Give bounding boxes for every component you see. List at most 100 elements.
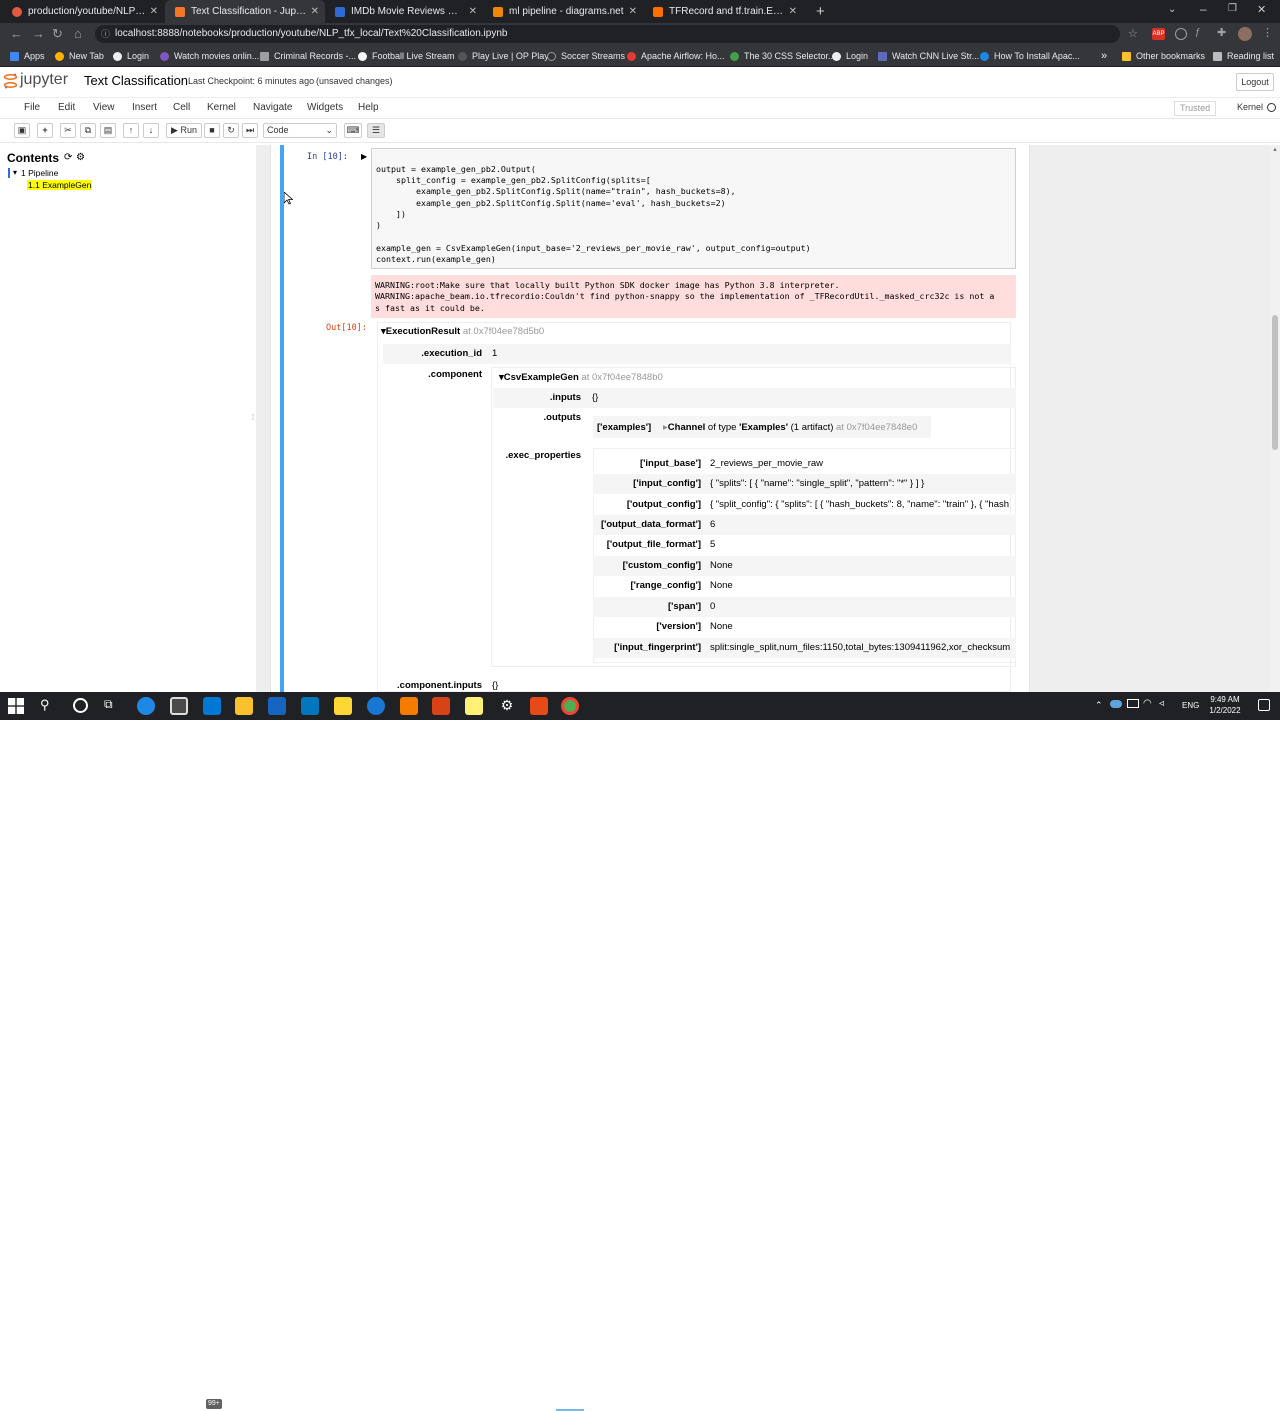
reading-list[interactable]: Reading list (1213, 45, 1274, 67)
page-scrollbar[interactable]: ▲ (1270, 145, 1280, 692)
collapse-icon[interactable]: ▾ (13, 168, 17, 177)
scrollbar-thumb[interactable] (1272, 315, 1278, 450)
store-icon[interactable] (170, 697, 188, 715)
bookmark-airflow[interactable]: Apache Airflow: Ho... (627, 45, 725, 67)
browser-tab-3[interactable]: IMDb Movie Reviews Dataset | IE✕ (325, 0, 483, 23)
bookmark-play-live[interactable]: Play Live | OP Play (458, 45, 549, 67)
menu-cell[interactable]: Cell (173, 102, 190, 113)
bookmark-cnn[interactable]: Watch CNN Live Str... (878, 45, 979, 67)
browser-tab-2[interactable]: Text Classification - Jupyter Note✕ (165, 0, 325, 23)
taskbar-app-icon[interactable] (530, 697, 548, 715)
restart-run-all-icon[interactable]: ⏭ (242, 123, 258, 138)
edge-icon[interactable] (137, 697, 155, 715)
menu-insert[interactable]: Insert (132, 102, 157, 113)
menu-help[interactable]: Help (358, 102, 379, 113)
browser-tab-1[interactable]: production/youtube/NLP_tfx_lo✕ (2, 0, 164, 23)
forward-icon[interactable]: → (32, 23, 45, 45)
search-icon[interactable]: ⚲ (40, 697, 58, 715)
bookmark-new-tab[interactable]: New Tab (55, 45, 104, 67)
notebook-title[interactable]: Text Classification (84, 73, 188, 88)
mail-icon[interactable] (203, 697, 221, 715)
taskbar-app-icon[interactable] (400, 697, 418, 715)
bookmark-css-selectors[interactable]: The 30 CSS Selector... (730, 45, 836, 67)
reload-icon[interactable]: ↻ (52, 23, 63, 45)
menu-view[interactable]: View (93, 102, 115, 113)
jupyter-logo-icon[interactable] (3, 73, 18, 89)
clock-date[interactable]: 1/2/2022 (1205, 706, 1245, 715)
maximize-icon[interactable]: ❐ (1228, 3, 1237, 14)
stop-icon[interactable]: ■ (204, 123, 220, 138)
menu-edit[interactable]: Edit (58, 102, 75, 113)
gear-icon[interactable]: ⚙ (76, 152, 85, 163)
language-indicator[interactable]: ENG (1182, 701, 1199, 710)
paste-icon[interactable]: ▤ (100, 123, 116, 138)
close-tab-icon[interactable]: ✕ (311, 6, 319, 17)
vscode-icon[interactable] (301, 697, 319, 715)
bookmark-login[interactable]: Login (113, 45, 149, 67)
move-down-icon[interactable]: ↓ (143, 123, 159, 138)
adblock-icon[interactable]: ABP (1152, 28, 1165, 40)
wifi-icon[interactable]: ◠ (1143, 698, 1152, 709)
avatar[interactable] (1238, 27, 1252, 41)
tab-search-icon[interactable]: ⌄ (1168, 4, 1176, 15)
trusted-indicator[interactable]: Trusted (1174, 101, 1217, 116)
more-menu-icon[interactable]: ⋮ (1262, 26, 1273, 39)
zoom-icon[interactable] (367, 697, 385, 715)
close-window-icon[interactable]: ✕ (1257, 3, 1266, 16)
logout-button[interactable]: Logout (1236, 73, 1274, 91)
jupyter-wordmark[interactable]: jupyter (20, 71, 68, 89)
extension-icon[interactable]: ƒ (1195, 27, 1201, 38)
menu-widgets[interactable]: Widgets (307, 102, 343, 113)
scroll-up-icon[interactable]: ▲ (1272, 147, 1278, 153)
url-field[interactable]: ⓘ localhost:8888/notebooks/production/yo… (95, 25, 1120, 43)
minimize-icon[interactable]: – (1200, 2, 1207, 16)
clock-time[interactable]: 9:49 AM (1205, 695, 1245, 704)
toc-item-pipeline[interactable]: 1 Pipeline (21, 168, 58, 178)
copy-icon[interactable]: ⧉ (80, 123, 96, 138)
cortana-icon[interactable] (73, 698, 88, 713)
notifications-icon[interactable] (1258, 699, 1270, 711)
settings-icon[interactable]: ⚙ (498, 697, 516, 715)
save-icon[interactable]: ▣ (14, 123, 30, 138)
bookmark-soccer-streams[interactable]: Soccer Streams (547, 45, 625, 67)
bookmark-watch-movies[interactable]: Watch movies onlin... (160, 45, 259, 67)
component-header[interactable]: ▾CsvExampleGen at 0x7f04ee7848b0 (499, 372, 663, 383)
bookmark-login-2[interactable]: Login (832, 45, 868, 67)
bookmark-install-apache[interactable]: How To Install Apac... (980, 45, 1080, 67)
sticky-notes-icon[interactable] (465, 697, 483, 715)
volume-icon[interactable]: ◃ (1159, 698, 1164, 709)
chrome-icon[interactable] (561, 697, 579, 715)
command-palette-icon[interactable]: ⌨ (344, 123, 362, 138)
cell-type-select[interactable]: Code ⌄ (263, 123, 337, 138)
close-tab-icon[interactable]: ✕ (629, 6, 637, 17)
battery-icon[interactable] (1127, 699, 1139, 708)
menu-kernel[interactable]: Kernel (207, 102, 236, 113)
bookmark-football[interactable]: Football Live Stream (358, 45, 455, 67)
taskbar-app-icon[interactable] (268, 697, 286, 715)
powerpoint-icon[interactable] (432, 697, 450, 715)
home-icon[interactable]: ⌂ (74, 23, 82, 45)
channel-entry[interactable]: ▸Channel of type 'Examples' (1 artifact)… (663, 422, 917, 433)
menu-file[interactable]: File (24, 102, 40, 113)
task-view-icon[interactable]: ⧉ (104, 697, 122, 715)
toc-toggle-icon[interactable]: ☰ (367, 123, 385, 138)
execution-result-header[interactable]: ▾ExecutionResult at 0x7f04ee78d5b0 (381, 326, 544, 337)
move-up-icon[interactable]: ↑ (123, 123, 139, 138)
file-explorer-icon[interactable] (235, 697, 253, 715)
bookmark-criminal-records[interactable]: Criminal Records -... (260, 45, 356, 67)
other-bookmarks[interactable]: Other bookmarks (1122, 45, 1205, 67)
puzzle-icon[interactable]: ✚ (1217, 26, 1226, 39)
tray-chevron-icon[interactable]: ⌃ (1095, 700, 1103, 711)
toc-item-examplegen[interactable]: 1.1 ExampleGen (27, 180, 93, 190)
windows-start-icon[interactable] (8, 698, 24, 714)
back-icon[interactable]: ← (10, 23, 23, 45)
extension-icon[interactable] (1175, 28, 1187, 40)
close-tab-icon[interactable]: ✕ (789, 6, 797, 17)
code-input-area[interactable]: output = example_gen_pb2.Output( split_c… (371, 148, 1016, 269)
resize-handle[interactable]: ⁞ (252, 413, 254, 422)
new-tab-button[interactable]: + (806, 0, 830, 23)
run-cell-icon[interactable]: ▶ (361, 152, 367, 161)
onedrive-icon[interactable] (1110, 700, 1122, 708)
browser-tab-4[interactable]: ml pipeline - diagrams.net ✕ (483, 0, 643, 23)
restart-icon[interactable]: ↻ (223, 123, 239, 138)
